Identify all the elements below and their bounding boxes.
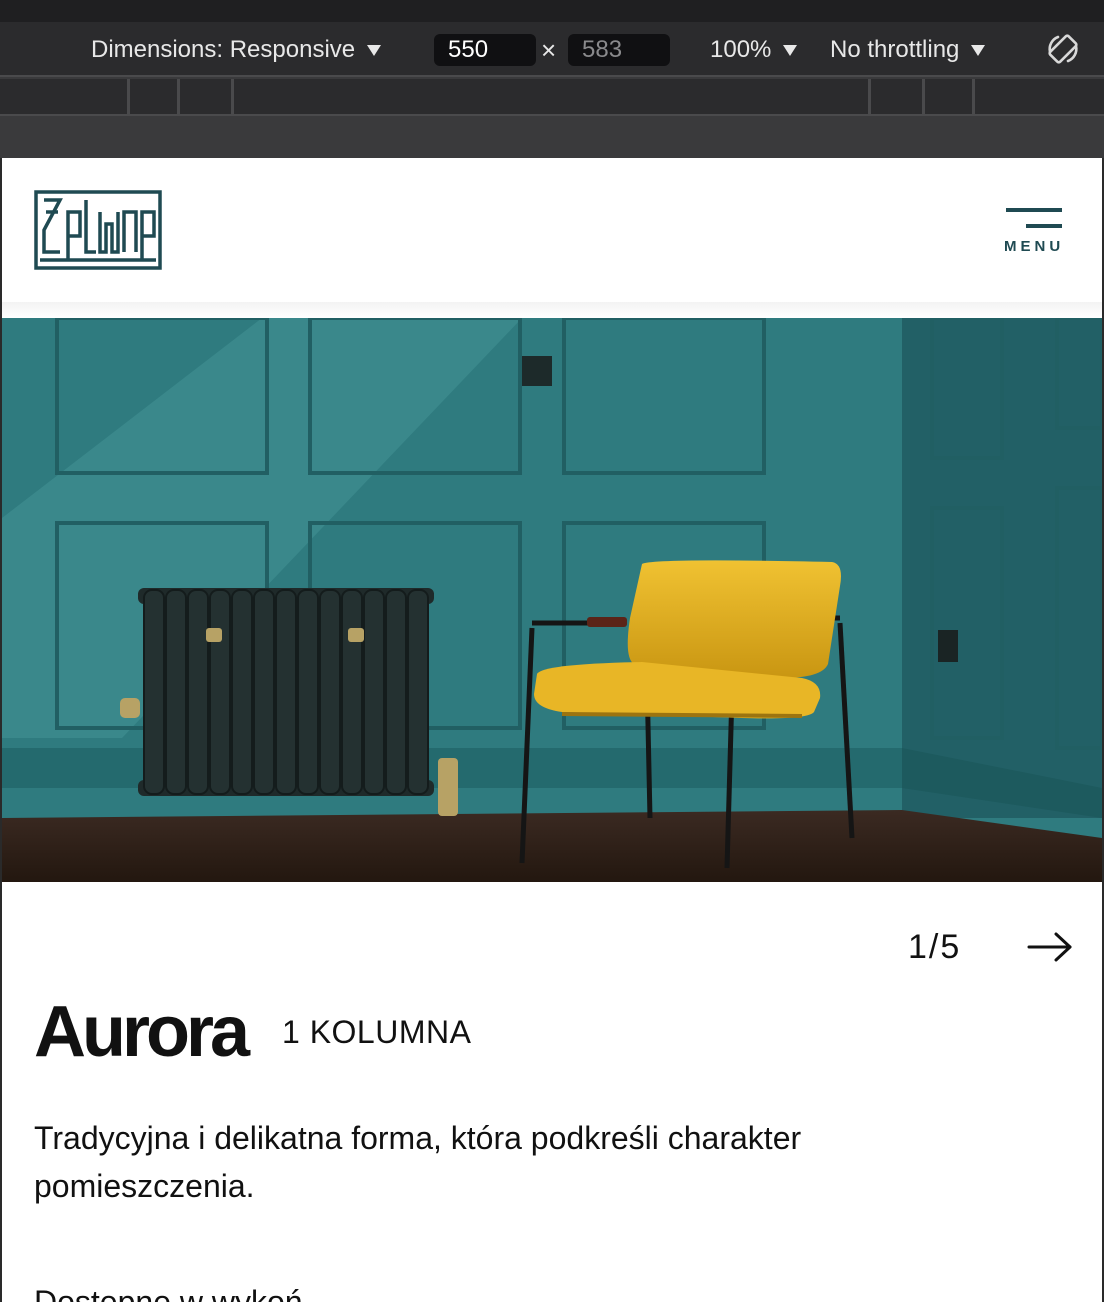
device-viewport: MENU 1/5 Aurora 1 KOLUMNA Tradycyjna i d… bbox=[0, 158, 1104, 1302]
throttling-label: No throttling bbox=[830, 35, 960, 63]
devtools-device-toolbar: Dimensions: Responsive 550 × 583 100% No… bbox=[0, 22, 1104, 77]
chevron-down-icon bbox=[783, 45, 798, 56]
dimensions-label: Dimensions: Responsive bbox=[91, 35, 356, 63]
zoom-label: 100% bbox=[710, 35, 772, 63]
product-title: Aurora bbox=[34, 992, 250, 1072]
devtools-gap bbox=[0, 118, 1104, 158]
hero-image bbox=[2, 318, 1102, 882]
product-availability-text: Dostępne w wykoń bbox=[34, 1284, 303, 1302]
zeliwne-logo[interactable] bbox=[34, 190, 162, 270]
media-query-ruler[interactable] bbox=[0, 79, 1104, 116]
times-icon: × bbox=[541, 34, 557, 65]
chevron-down-icon bbox=[367, 45, 382, 56]
site-header: MENU bbox=[2, 158, 1102, 302]
devtools-top-strip bbox=[0, 0, 1104, 22]
product-description: Tradycyjna i delikatna forma, która podk… bbox=[34, 1120, 802, 1204]
hamburger-icon bbox=[1006, 208, 1062, 212]
slide-counter: 1/5 bbox=[908, 928, 962, 966]
throttling-dropdown[interactable]: No throttling bbox=[830, 22, 986, 77]
zoom-dropdown[interactable]: 100% bbox=[710, 22, 798, 77]
height-input[interactable]: 583 bbox=[568, 34, 670, 66]
chevron-down-icon bbox=[971, 45, 986, 56]
rotate-device-icon[interactable] bbox=[1046, 32, 1082, 68]
menu-button[interactable]: MENU bbox=[1004, 206, 1064, 260]
width-input[interactable]: 550 bbox=[434, 34, 536, 66]
header-shadow bbox=[2, 302, 1102, 318]
menu-label: MENU bbox=[1004, 238, 1065, 255]
hamburger-icon-line bbox=[1026, 224, 1062, 228]
arrow-right-icon[interactable] bbox=[1026, 930, 1074, 964]
product-variant-label: 1 KOLUMNA bbox=[282, 1014, 472, 1050]
dimensions-dropdown[interactable]: Dimensions: Responsive bbox=[91, 22, 382, 77]
